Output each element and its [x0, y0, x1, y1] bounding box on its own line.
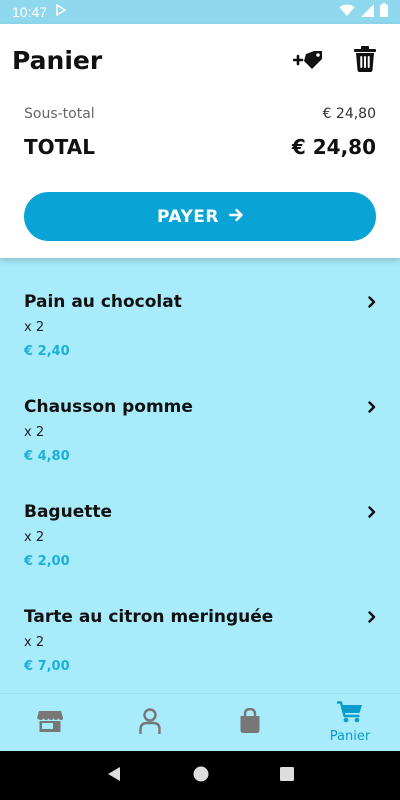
nav-item-orders[interactable] — [200, 694, 300, 751]
item-name: Chausson pomme — [24, 397, 193, 417]
pay-button-label: PAYER — [157, 206, 219, 227]
item-name: Pain au chocolat — [24, 292, 182, 312]
battery-icon — [380, 3, 388, 21]
item-price: € 2,00 — [24, 554, 70, 569]
add-tag-icon — [292, 49, 325, 75]
pay-button[interactable]: PAYER — [24, 192, 376, 241]
total-label: TOTAL — [24, 135, 95, 159]
cart-item-list: Pain au chocolat x 2 € 2,40 Chausson pom… — [0, 258, 400, 693]
store-icon — [37, 710, 63, 736]
status-left: 10:47 — [12, 3, 67, 20]
home-icon[interactable] — [193, 766, 209, 786]
total-value: € 24,80 — [291, 135, 376, 159]
item-quantity: x 2 — [24, 530, 45, 545]
status-bar: 10:47 — [0, 0, 400, 24]
status-right — [339, 3, 388, 21]
page-title: Panier — [12, 46, 103, 75]
shopping-bag-icon — [239, 707, 261, 738]
cart-item[interactable]: Tarte au citron meringuée x 2 € 7,00 — [0, 607, 400, 693]
cart-item[interactable]: Baguette x 2 € 2,00 — [0, 502, 400, 607]
android-navigation-bar — [0, 751, 400, 800]
clear-cart-button[interactable] — [350, 46, 380, 76]
bottom-navigation: Panier — [0, 693, 400, 751]
play-store-icon — [55, 3, 67, 20]
cart-summary-header: Panier Sous-total € 24,80 TOTAL € 24,80 — [0, 24, 400, 258]
item-price: € 7,00 — [24, 659, 70, 674]
cart-item[interactable]: Pain au chocolat x 2 € 2,40 — [0, 292, 400, 397]
trash-icon — [354, 46, 376, 76]
item-quantity: x 2 — [24, 425, 45, 440]
item-price: € 2,40 — [24, 344, 70, 359]
signal-icon — [361, 3, 374, 21]
item-quantity: x 2 — [24, 320, 45, 335]
chevron-right-icon — [366, 399, 378, 415]
add-promo-code-button[interactable] — [292, 48, 326, 76]
chevron-right-icon — [366, 294, 378, 310]
chevron-right-icon — [366, 609, 378, 625]
subtotal-label: Sous-total — [24, 106, 95, 122]
wifi-icon — [339, 4, 355, 21]
subtotal-value: € 24,80 — [322, 106, 376, 122]
item-name: Tarte au citron meringuée — [24, 607, 274, 627]
recent-apps-icon[interactable] — [280, 766, 295, 785]
item-name: Baguette — [24, 502, 113, 522]
cart-item[interactable]: Chausson pomme x 2 € 4,80 — [0, 397, 400, 502]
back-icon[interactable] — [106, 766, 122, 786]
chevron-right-icon — [366, 504, 378, 520]
nav-item-profile[interactable] — [100, 694, 200, 751]
nav-item-store[interactable] — [0, 694, 100, 751]
person-icon — [139, 707, 161, 738]
cart-icon — [335, 701, 363, 727]
item-quantity: x 2 — [24, 635, 45, 650]
arrow-right-icon — [228, 207, 243, 227]
nav-item-cart-label: Panier — [329, 729, 371, 744]
status-time: 10:47 — [12, 4, 48, 20]
nav-item-cart[interactable]: Panier — [300, 694, 400, 751]
item-price: € 4,80 — [24, 449, 70, 464]
